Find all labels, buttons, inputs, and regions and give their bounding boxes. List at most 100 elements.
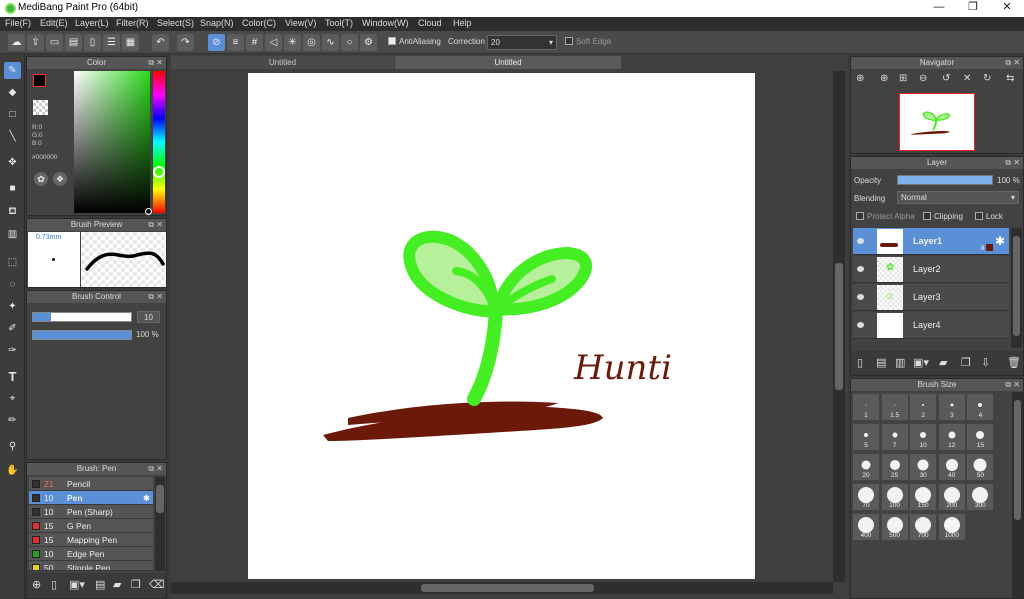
select-pen-icon[interactable]: ✐ <box>4 320 21 337</box>
bucket-tool-icon[interactable]: ⛾ <box>4 204 21 221</box>
clipping-toggle[interactable]: Clipping <box>923 212 963 221</box>
brush-list-scrollbar[interactable] <box>155 477 165 571</box>
close-button[interactable]: ✕ <box>984 0 1024 17</box>
brush-size-cell[interactable]: 500 <box>880 513 909 541</box>
undo-icon[interactable]: ↶ <box>152 34 169 51</box>
text-tool-icon[interactable]: T <box>4 368 21 385</box>
brush-tool-icon[interactable]: ✎ <box>4 62 21 79</box>
merge-icon[interactable]: ⇩ <box>981 356 990 369</box>
add-brush-icon[interactable]: ⊕ <box>32 578 41 591</box>
brush-size-cell[interactable]: 10 <box>909 423 938 451</box>
delete-icon[interactable]: ⌫ <box>149 578 165 591</box>
menu-window[interactable]: Window(W) <box>362 18 409 28</box>
brush-item[interactable]: 15 Mapping Pen <box>29 533 153 547</box>
scroll-thumb[interactable] <box>1014 400 1021 520</box>
scroll-thumb[interactable] <box>421 584 594 592</box>
new-8bit-layer-icon[interactable]: ▥ <box>895 356 905 369</box>
eraser-tool-icon[interactable]: ◆ <box>4 84 21 101</box>
page-icon[interactable]: ▯ <box>84 34 101 51</box>
zoom-out-icon[interactable]: ⊖ <box>919 73 927 84</box>
brush-size-cell[interactable]: 2 <box>909 393 938 421</box>
brush-size-cell[interactable]: 1000 <box>937 513 966 541</box>
soft-edge-toggle[interactable]: Soft Edge <box>565 37 611 46</box>
float-close-icon[interactable]: ⧉ ✕ <box>1005 157 1020 169</box>
layer-scrollbar[interactable] <box>1011 228 1022 348</box>
duplicate-icon[interactable]: ❐ <box>961 356 971 369</box>
horizontal-scrollbar[interactable] <box>171 582 833 594</box>
menu-filter[interactable]: Filter(R) <box>116 18 149 28</box>
layer-menu-icon[interactable]: ▣▾ <box>913 356 929 369</box>
brush-size-cell[interactable]: 700 <box>909 513 938 541</box>
concentric-snap-icon[interactable]: ◎ <box>303 34 320 51</box>
brush-size-cell[interactable]: 15 <box>966 423 995 451</box>
menu-file[interactable]: File(F) <box>5 18 31 28</box>
publish-icon[interactable]: ▤ <box>65 34 82 51</box>
eye-icon[interactable] <box>857 238 864 244</box>
brush-size-cell[interactable]: 200 <box>937 483 966 511</box>
zoom-in-icon[interactable]: ⊕ <box>856 73 864 84</box>
brush-size-cell[interactable]: 25 <box>880 453 909 481</box>
select-eraser-icon[interactable]: ✑ <box>4 342 21 359</box>
menu-snap[interactable]: Snap(N) <box>200 18 234 28</box>
gradient-tool-icon[interactable]: ▥ <box>4 226 21 243</box>
saturation-value-picker[interactable] <box>74 71 150 213</box>
brush-item[interactable]: 50 Stipple Pen <box>29 561 153 571</box>
rotate-left-icon[interactable]: ↺ <box>942 73 950 84</box>
layer-row[interactable]: Layer4 <box>853 312 1009 339</box>
menu-view[interactable]: View(V) <box>285 18 316 28</box>
float-close-icon[interactable]: ⧉ ✕ <box>148 219 163 231</box>
new-halftone-layer-icon[interactable]: ▤ <box>876 356 886 369</box>
gear-icon[interactable]: ✱ <box>143 491 150 505</box>
layer-row[interactable]: ✿ Layer2 <box>853 256 1009 283</box>
magic-wand-icon[interactable]: ✦ <box>4 298 21 315</box>
brush-size-value[interactable]: 10 <box>137 311 160 323</box>
color-sets-icon[interactable]: ❖ <box>53 172 67 186</box>
eye-icon[interactable] <box>857 266 864 272</box>
redo-icon[interactable]: ↷ <box>177 34 194 51</box>
brush-size-cell[interactable]: 30 <box>909 453 938 481</box>
perspective-snap-icon[interactable]: ◁ <box>265 34 282 51</box>
menu-select[interactable]: Select(S) <box>157 18 194 28</box>
antialiasing-toggle[interactable]: AntiAliasing <box>388 37 441 46</box>
scroll-thumb[interactable] <box>835 263 843 390</box>
select-tool-icon[interactable]: ⬚ <box>4 254 21 271</box>
brush-size-cell[interactable]: 100 <box>880 483 909 511</box>
lasso-tool-icon[interactable]: ◌ <box>4 276 21 293</box>
brush-item[interactable]: 21 Pencil <box>29 477 153 491</box>
brush-menu-icon[interactable]: ▣▾ <box>69 578 85 591</box>
line-tool-icon[interactable]: ╲ <box>4 128 21 145</box>
brush-size-cell[interactable]: 70 <box>852 483 880 511</box>
brush-size-cell[interactable]: 3 <box>937 393 966 421</box>
zoom-in-icon[interactable]: ⊕ <box>880 73 888 84</box>
hand-tool-icon[interactable]: ✋ <box>4 462 21 479</box>
grid-view-icon[interactable]: ▦ <box>122 34 139 51</box>
fit-icon[interactable]: ⊞ <box>899 73 907 84</box>
brush-item[interactable]: 15 G Pen <box>29 519 153 533</box>
brush-size-cell[interactable]: 7 <box>880 423 909 451</box>
gear-icon[interactable]: ✱ <box>995 234 1005 248</box>
document-tab[interactable]: Untitled <box>171 56 394 69</box>
brush-size-cell[interactable]: 4 <box>966 393 995 421</box>
divide-tool-icon[interactable]: ⌖ <box>4 390 21 407</box>
eyedropper-tool-icon[interactable]: ⚲ <box>4 438 21 455</box>
layer-opacity-slider[interactable] <box>897 175 993 185</box>
brush-file-icon[interactable]: ▤ <box>95 578 105 591</box>
float-close-icon[interactable]: ⧉ ✕ <box>148 463 163 475</box>
brush-opacity-slider[interactable] <box>32 330 132 340</box>
drawing-canvas[interactable]: Hunti <box>248 73 755 579</box>
brush-size-cell[interactable]: 20 <box>852 453 880 481</box>
share-icon[interactable]: ⇪ <box>27 34 44 51</box>
brush-item[interactable]: 10 Pen ✱ <box>29 491 153 505</box>
brush-size-cell[interactable]: 5 <box>852 423 880 451</box>
snap-off-icon[interactable]: ⊘ <box>208 34 225 51</box>
fill-shape-tool-icon[interactable]: ■ <box>4 180 21 197</box>
list-icon[interactable]: ☰ <box>103 34 120 51</box>
menu-layer[interactable]: Layer(L) <box>75 18 109 28</box>
document-tab-active[interactable]: Untitled <box>395 56 621 69</box>
float-close-icon[interactable]: ⧉ ✕ <box>1005 379 1020 391</box>
lock-toggle[interactable]: Lock <box>975 212 1003 221</box>
brush-size-cell[interactable]: 400 <box>852 513 880 541</box>
move-tool-icon[interactable]: ✥ <box>4 154 21 171</box>
menu-color[interactable]: Color(C) <box>242 18 276 28</box>
brush-item[interactable]: 10 Pen (Sharp) <box>29 505 153 519</box>
